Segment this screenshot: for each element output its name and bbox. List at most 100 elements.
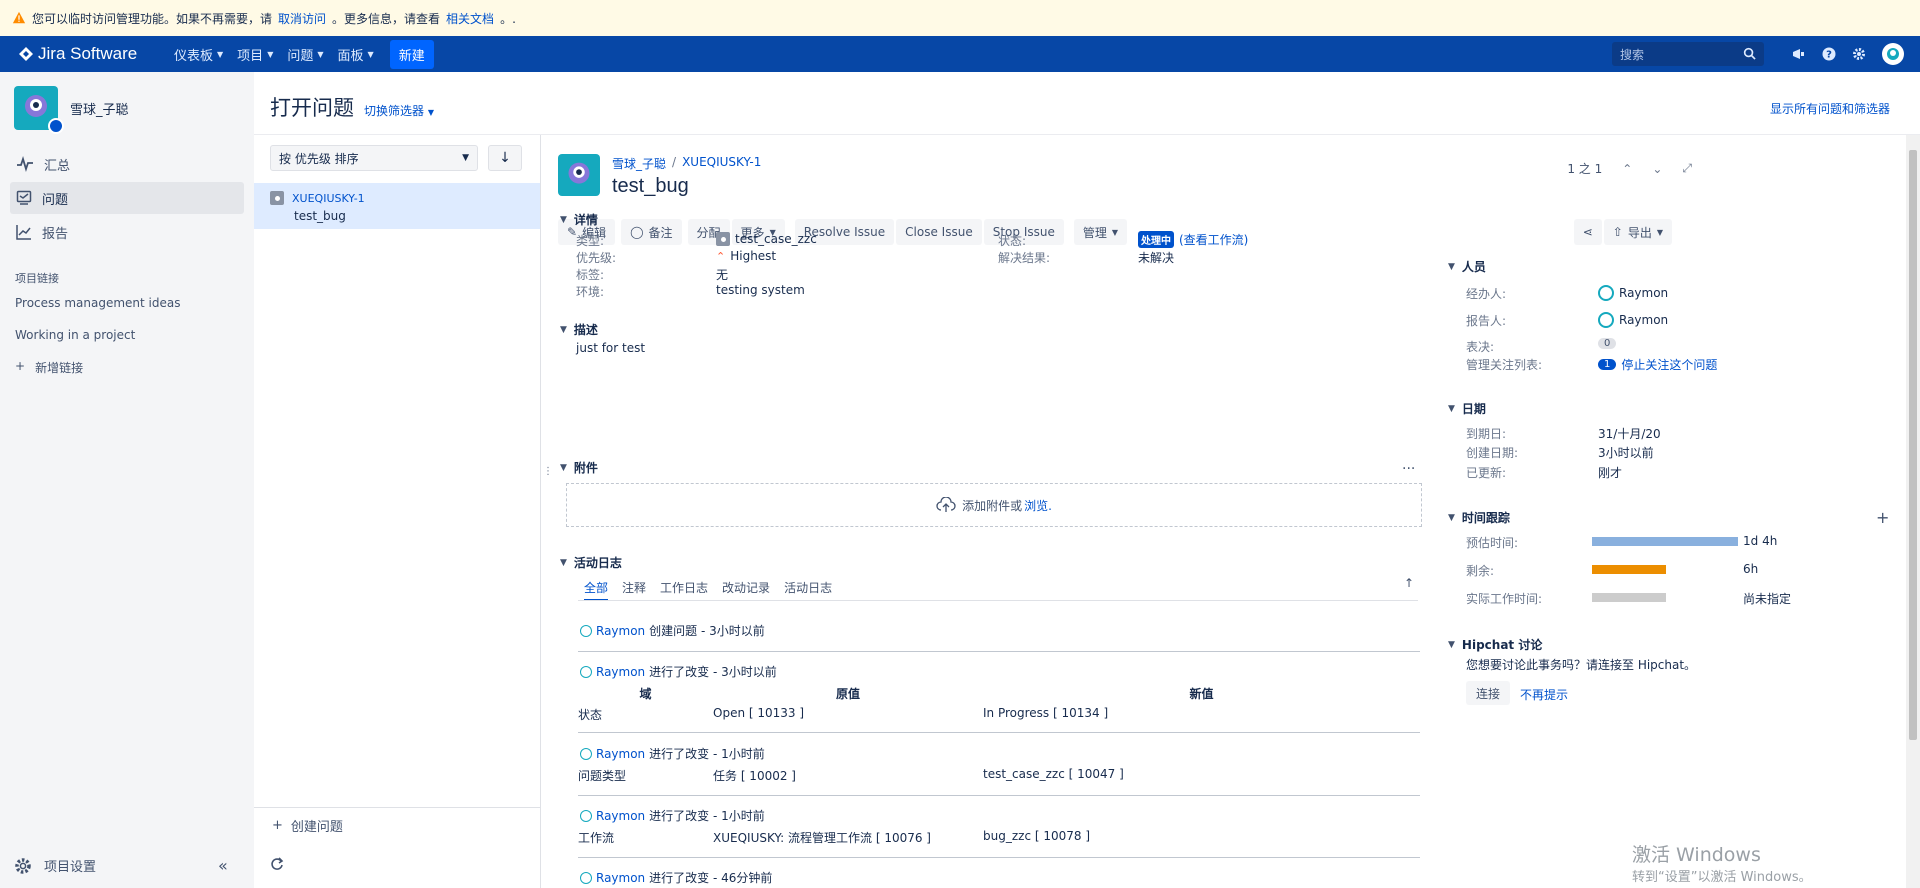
admin-label: 管理	[1082, 225, 1107, 240]
list-item[interactable]: XUEQIUSKY-1 test_bug	[254, 183, 540, 229]
change-old: 任务 [ 10002 ]	[713, 769, 796, 783]
sort-order-icon[interactable]: ↑	[1404, 576, 1414, 590]
divider	[578, 600, 1418, 601]
search-input[interactable]: 搜索	[1612, 42, 1764, 66]
windows-watermark: 激活 Windows	[1632, 844, 1761, 866]
cloud-upload-icon	[936, 497, 956, 512]
create-issue-button[interactable]: + 创建问题	[254, 807, 540, 843]
logged-value: 尚未指定	[1743, 592, 1792, 606]
activity-user[interactable]: Raymon	[596, 809, 645, 823]
col-new-header: 新值	[1189, 687, 1214, 701]
sidebar-item-issues[interactable]: 问题	[10, 182, 244, 214]
project-settings[interactable]: 项目设置	[14, 856, 96, 875]
project-link-2[interactable]: Working in a project	[15, 328, 135, 342]
megaphone-icon[interactable]	[1792, 47, 1806, 61]
remaining-bar	[1592, 565, 1666, 574]
chevron-down-icon: ▼	[217, 49, 224, 59]
assignee-value[interactable]: Raymon	[1598, 285, 1668, 301]
reporter-value[interactable]: Raymon	[1598, 312, 1668, 328]
project-badge-icon	[48, 118, 64, 134]
tab-comments[interactable]: 注释	[622, 579, 646, 601]
attachments-heading[interactable]: ▼ 附件	[560, 459, 598, 476]
drop-access-link[interactable]: 取消访问	[278, 10, 326, 27]
dismiss-link[interactable]: 不再提示	[1520, 686, 1568, 703]
sort-direction-button[interactable]: ↓	[488, 145, 522, 171]
activity-text: 进行了改变 - 1小时前	[649, 809, 765, 823]
switch-filter-button[interactable]: 切换筛选器 ▼	[364, 102, 434, 119]
search-icon[interactable]	[1743, 47, 1756, 60]
labels-label: 标签:	[576, 268, 605, 282]
jira-logo[interactable]: Jira Software	[18, 44, 160, 64]
nav-boards[interactable]: 面板 ▼	[338, 36, 374, 72]
activity-entry: Raymon 创建问题 - 3小时以前	[578, 622, 1420, 652]
tab-history[interactable]: 改动记录	[722, 579, 770, 601]
people-heading[interactable]: ▼ 人员	[1448, 258, 1486, 275]
add-link-button[interactable]: + 新增链接	[15, 359, 83, 376]
nav-dashboards-label: 仪表板	[174, 48, 214, 64]
windows-watermark-sub: 转到“设置”以激活 Windows。	[1632, 870, 1812, 885]
admin-button[interactable]: 管理 ▼	[1073, 219, 1128, 245]
tab-all[interactable]: 全部	[584, 579, 609, 601]
breadcrumb-issue-key[interactable]: XUEQIUSKY-1	[682, 155, 761, 172]
stop-watching-link[interactable]: 停止关注这个问题	[1621, 356, 1717, 373]
status-badge: 处理中	[1138, 231, 1174, 248]
votes-value[interactable]: 0	[1598, 338, 1617, 349]
due-label: 到期日:	[1466, 427, 1507, 441]
banner-text: 您可以临时访问管理功能。如果不再需要，请	[32, 11, 273, 26]
user-avatar-icon	[1598, 312, 1614, 328]
activity-entry: Raymon 进行了改变 - 1小时前 工作流 XUEQIUSKY: 流程管理工作…	[578, 807, 1420, 858]
hipchat-heading-label: Hipchat 讨论	[1461, 638, 1543, 652]
watchers-count[interactable]: 1	[1598, 359, 1617, 370]
breadcrumb-project[interactable]: 雪球_子聪	[612, 155, 666, 172]
scrollbar-thumb[interactable]	[1909, 150, 1917, 740]
project-links-heading: 项目链接	[15, 272, 59, 285]
collapse-sidebar-icon[interactable]: «	[218, 856, 228, 875]
close-issue-button[interactable]: Close Issue	[896, 219, 982, 245]
attachment-dropzone[interactable]: 添加附件或 浏览.	[566, 483, 1422, 527]
project-header[interactable]: 雪球_子聪	[14, 86, 129, 134]
jira-diamond-icon	[19, 47, 33, 61]
activity-user[interactable]: Raymon	[596, 747, 645, 761]
dates-heading[interactable]: ▼ 日期	[1448, 400, 1486, 417]
description-heading[interactable]: ▼ 描述	[560, 321, 598, 338]
activity-user[interactable]: Raymon	[596, 665, 645, 679]
issue-summary: test_bug	[294, 209, 346, 223]
sort-select[interactable]: 按 优先级 排序 ▼	[270, 145, 478, 171]
activity-user[interactable]: Raymon	[596, 624, 645, 638]
add-time-icon[interactable]: +	[1876, 508, 1889, 527]
change-table: 域 原值 新值 状态 Open [ 10133 ] In Progress [ …	[578, 685, 1420, 723]
comment-button[interactable]: ◯ 备注	[621, 219, 682, 245]
updated-label: 已更新:	[1466, 466, 1507, 480]
gear-icon[interactable]	[1852, 47, 1866, 61]
priority-value: ⌃ Highest	[716, 249, 776, 263]
time-tracking-heading[interactable]: ▼ 时间跟踪	[1448, 509, 1510, 526]
browse-link[interactable]: 浏览.	[1024, 497, 1052, 514]
hipchat-heading[interactable]: ▼ Hipchat 讨论	[1448, 636, 1542, 653]
project-link-1[interactable]: Process management ideas	[15, 296, 180, 310]
more-options-icon[interactable]: ···	[1402, 461, 1415, 477]
activity-text: 进行了改变 - 3小时以前	[649, 665, 777, 679]
nav-issues[interactable]: 问题 ▼	[287, 36, 323, 72]
create-button[interactable]: 新建	[389, 39, 434, 69]
activity-text: 进行了改变 - 46分钟前	[649, 871, 773, 885]
tab-worklog[interactable]: 工作日志	[660, 579, 708, 601]
view-workflow-link[interactable]: (查看工作流)	[1179, 231, 1248, 248]
scrollbar[interactable]	[1906, 135, 1920, 888]
sidebar-item-summary[interactable]: 汇总	[10, 148, 244, 180]
nav-projects[interactable]: 项目 ▼	[237, 36, 273, 72]
nav-dashboards[interactable]: 仪表板 ▼	[174, 36, 223, 72]
details-heading[interactable]: ▼ 详情	[560, 211, 598, 228]
refresh-icon[interactable]	[270, 857, 284, 871]
help-icon[interactable]: ?	[1822, 47, 1836, 61]
docs-link[interactable]: 相关文档	[446, 10, 494, 27]
resolution-value: 未解决	[1138, 251, 1175, 265]
activity-heading[interactable]: ▼ 活动日志	[560, 554, 622, 571]
environment-value: testing system	[716, 283, 805, 297]
show-all-issues-link[interactable]: 显示所有问题和筛选器	[1770, 100, 1890, 117]
tab-activity[interactable]: 活动日志	[784, 579, 832, 601]
activity-user[interactable]: Raymon	[596, 871, 645, 885]
sidebar-item-reports[interactable]: 报告	[10, 216, 244, 248]
connect-button[interactable]: 连接	[1466, 681, 1511, 705]
chevron-down-icon: ▼	[462, 153, 469, 163]
user-avatar[interactable]	[1882, 43, 1904, 65]
